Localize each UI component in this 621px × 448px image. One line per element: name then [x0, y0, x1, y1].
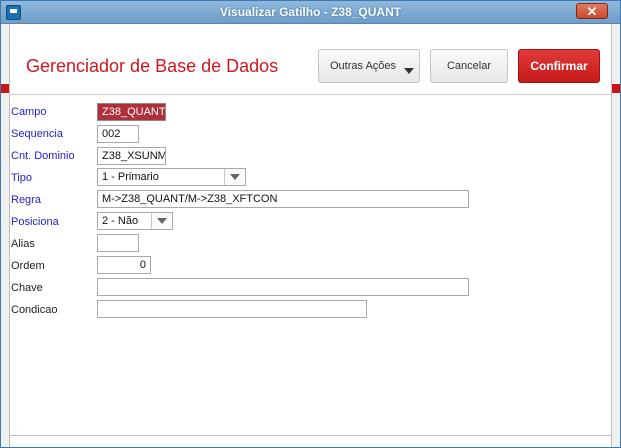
other-actions-button[interactable]: Outras Ações [318, 49, 420, 83]
chave-label: Chave [11, 282, 43, 294]
close-button[interactable]: ✕ [576, 3, 608, 19]
posiciona-label: Posiciona [11, 216, 59, 228]
tipo-label: Tipo [11, 172, 32, 184]
header-panel: Gerenciador de Base de Dados Outras Açõe… [10, 24, 611, 95]
chevron-down-icon[interactable] [151, 213, 172, 229]
background-red-band [1, 84, 9, 93]
campo-field[interactable]: Z38_QUANT [97, 103, 166, 121]
alias-field[interactable] [97, 234, 139, 252]
chevron-down-icon [404, 68, 414, 74]
sequencia-label: Sequencia [11, 128, 63, 140]
posiciona-value: 2 - Não [102, 215, 139, 227]
ordem-field[interactable]: 0 [97, 256, 151, 274]
condicao-field[interactable] [97, 300, 367, 318]
confirm-button[interactable]: Confirmar [518, 49, 600, 83]
condicao-label: Condicao [11, 304, 58, 316]
tipo-value: 1 - Primario [102, 171, 159, 183]
chevron-down-icon[interactable] [224, 169, 245, 185]
title-bar: Visualizar Gatilho - Z38_QUANT ✕ [1, 1, 620, 24]
bottom-divider [10, 435, 611, 436]
regra-label: Regra [11, 194, 41, 206]
frame-left [1, 24, 10, 447]
frame-right [611, 24, 620, 447]
tipo-select[interactable]: 1 - Primario [97, 168, 246, 186]
posiciona-select[interactable]: 2 - Não [97, 212, 173, 230]
cnt-dominio-label: Cnt. Dominio [11, 150, 75, 162]
page-title: Gerenciador de Base de Dados [26, 56, 279, 76]
dialog-window: Visualizar Gatilho - Z38_QUANT ✕ Gerenci… [0, 0, 621, 448]
chave-field[interactable] [97, 278, 469, 296]
regra-field[interactable]: M->Z38_QUANT/M->Z38_XFTCON [97, 190, 469, 208]
other-actions-label: Outras Ações [330, 60, 397, 72]
cancel-button[interactable]: Cancelar [430, 49, 508, 83]
cnt-dominio-field[interactable]: Z38_XSUNMI [97, 147, 166, 165]
campo-label: Campo [11, 106, 47, 118]
trigger-form: Campo Z38_QUANT Sequencia 002 Cnt. Domin… [10, 95, 611, 435]
background-red-band-right [612, 84, 620, 93]
sequencia-field[interactable]: 002 [97, 125, 139, 143]
alias-label: Alias [11, 238, 35, 250]
window-title: Visualizar Gatilho - Z38_QUANT [219, 5, 402, 19]
ordem-label: Ordem [11, 260, 45, 272]
